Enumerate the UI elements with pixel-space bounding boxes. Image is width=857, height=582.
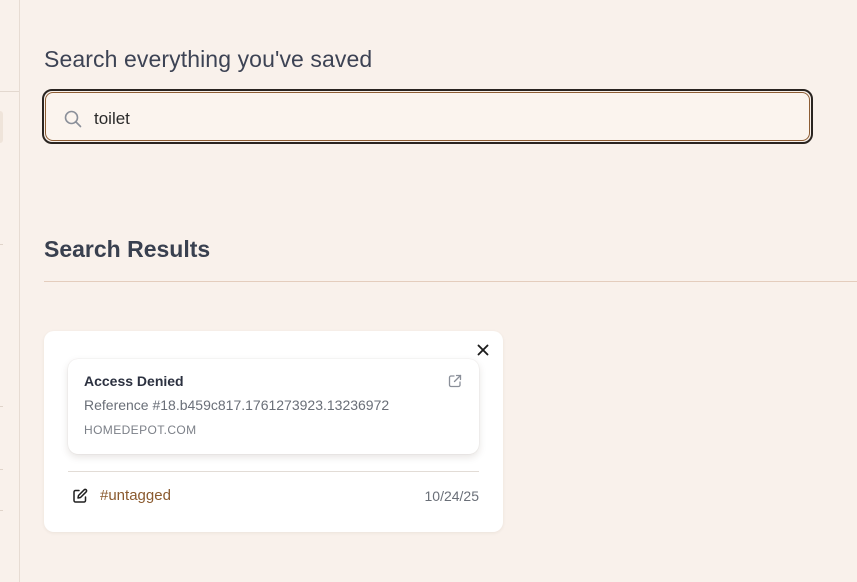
sidebar-divider (0, 469, 3, 470)
sidebar-divider (0, 244, 3, 245)
close-button[interactable] (475, 342, 491, 358)
preview-title: Access Denied (84, 373, 184, 389)
search-icon (64, 110, 82, 128)
sidebar-active-item[interactable] (0, 111, 3, 143)
search-input[interactable] (94, 105, 774, 133)
result-card[interactable]: Access Denied Reference #18.b459c817.176… (44, 331, 503, 532)
edit-icon[interactable] (72, 488, 88, 504)
saved-date: 10/24/25 (424, 488, 480, 504)
tag-link[interactable]: #untagged (100, 487, 171, 504)
results-title: Search Results (44, 236, 211, 262)
sidebar-divider (0, 91, 19, 92)
sidebar-divider (0, 406, 3, 407)
card-divider (68, 471, 479, 472)
sidebar-edge (0, 0, 20, 582)
search-box[interactable] (42, 89, 813, 144)
link-preview[interactable]: Access Denied Reference #18.b459c817.176… (68, 359, 479, 454)
preview-description: Reference #18.b459c817.1761273923.132369… (84, 397, 390, 413)
preview-domain: HOMEDEPOT.COM (84, 423, 197, 437)
sidebar-divider (0, 510, 3, 511)
search-box-inner[interactable] (45, 92, 810, 141)
results-divider (44, 281, 857, 282)
page-title: Search everything you've saved (44, 46, 373, 72)
external-link-icon[interactable] (447, 373, 463, 389)
close-icon (477, 344, 489, 356)
